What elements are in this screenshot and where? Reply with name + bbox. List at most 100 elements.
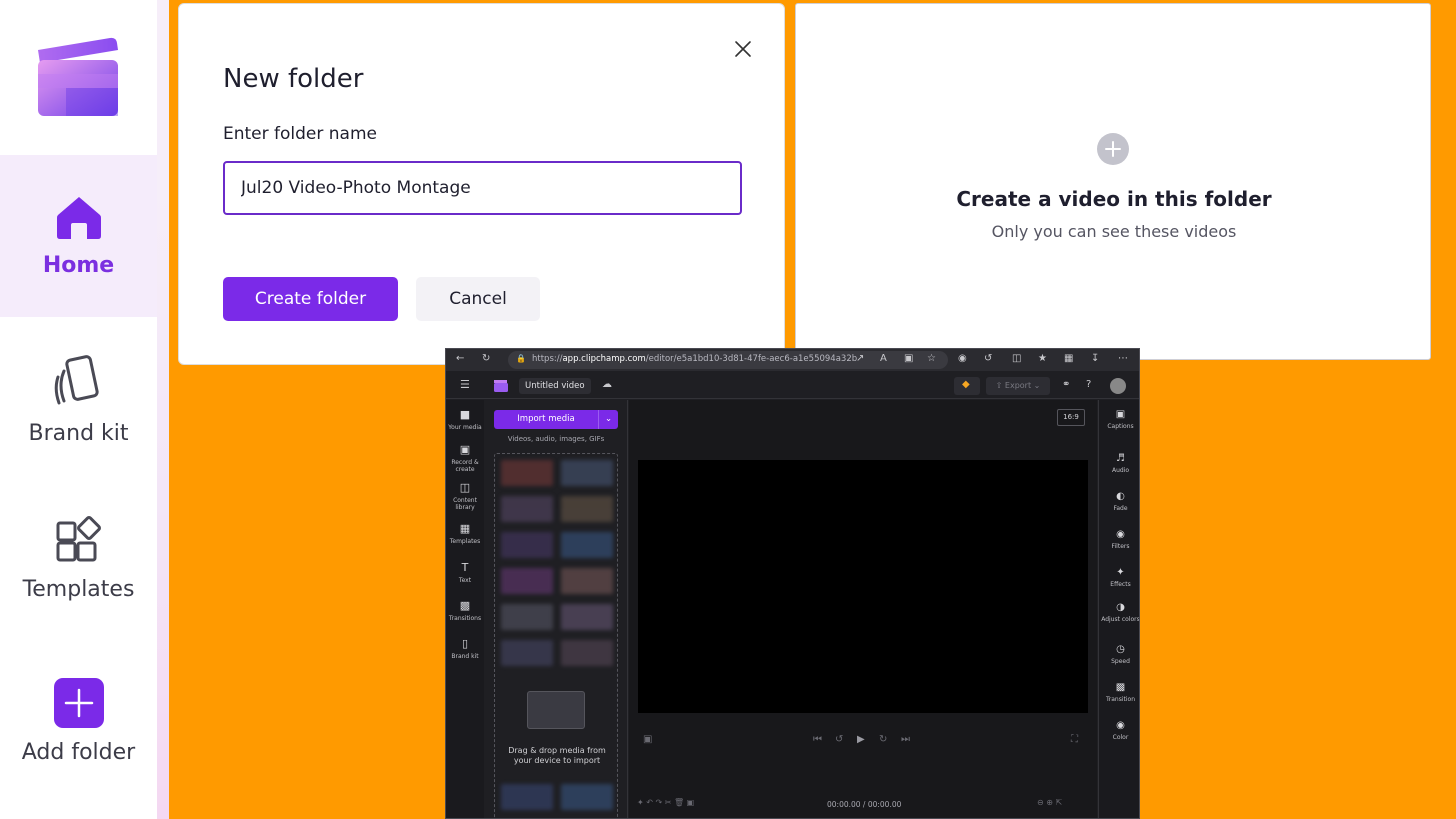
- refresh-icon[interactable]: ↻: [482, 353, 490, 365]
- forward-icon[interactable]: ↻: [879, 734, 887, 745]
- rail-item-your-media[interactable]: ■ Your media: [446, 408, 484, 431]
- media-thumbnail: [561, 460, 613, 486]
- play-icon[interactable]: ▶: [857, 734, 865, 745]
- editor-right-rail: ▣ Captions ♬ Audio ◐ Fade ◉ Filters ✦ Effects…: [1098, 400, 1139, 818]
- rail-item-speed[interactable]: ◷ Speed: [1099, 643, 1139, 665]
- home-icon: [56, 197, 101, 239]
- media-thumbnail: [561, 568, 613, 594]
- rail-item-content-library[interactable]: ◫ Content library: [446, 481, 484, 511]
- back-icon[interactable]: ←: [456, 353, 464, 365]
- sidebar-item-label: Add folder: [21, 740, 136, 765]
- profile-shield-icon[interactable]: ◉: [958, 353, 967, 365]
- aspect-ratio-button[interactable]: 16:9: [1057, 409, 1085, 426]
- more-icon[interactable]: ⋯: [1118, 353, 1128, 365]
- rewind-icon[interactable]: ↺: [835, 734, 843, 745]
- import-media-button[interactable]: Import media ⌄: [494, 410, 618, 429]
- brand-kit-icon: [54, 355, 99, 405]
- sidebar-item-brand-kit[interactable]: Brand kit: [0, 355, 157, 446]
- captions-icon: ▣: [1115, 409, 1126, 420]
- premium-button[interactable]: ◆: [954, 377, 980, 395]
- media-thumbnail: [561, 496, 613, 522]
- open-tab-icon[interactable]: ↗: [856, 353, 864, 365]
- collections-icon[interactable]: ▦: [1064, 353, 1073, 365]
- rail-item-filters[interactable]: ◉ Filters: [1099, 528, 1139, 550]
- cloud-off-icon: ☁: [602, 379, 612, 390]
- playback-time: 00:00.00 / 00:00.00: [827, 800, 902, 809]
- filters-icon: ◉: [1116, 529, 1125, 540]
- sidebar-item-templates[interactable]: Templates: [0, 515, 157, 602]
- close-icon[interactable]: [732, 38, 754, 60]
- export-button[interactable]: ⇧ Export ⌄: [986, 377, 1050, 395]
- read-aloud-icon[interactable]: A: [880, 353, 887, 365]
- clipchamp-logo[interactable]: [494, 380, 508, 392]
- skip-forward-icon[interactable]: ⏭: [901, 734, 910, 745]
- extension-icon[interactable]: ▣: [904, 353, 913, 365]
- folder-empty-panel: Create a video in this folder Only you c…: [795, 3, 1431, 360]
- chevron-down-icon[interactable]: ⌄: [598, 410, 618, 429]
- empty-state-title: Create a video in this folder: [956, 187, 1272, 211]
- media-thumbnail: [561, 784, 613, 810]
- add-folder-button[interactable]: [53, 678, 104, 728]
- menu-icon[interactable]: ☰: [460, 379, 470, 391]
- project-name[interactable]: Untitled video: [519, 378, 591, 394]
- rail-item-adjust-colors[interactable]: ◑ Adjust colors: [1099, 601, 1139, 623]
- sync-icon[interactable]: ↺: [984, 353, 992, 365]
- sidebar-item-label: Brand kit: [28, 421, 129, 446]
- rail-item-text[interactable]: T Text: [446, 561, 484, 584]
- folder-name-input[interactable]: [223, 161, 742, 215]
- download-icon[interactable]: ↧: [1091, 353, 1099, 365]
- app-sidebar: Home Brand kit Templates Add folder: [0, 0, 157, 819]
- avatar[interactable]: [1110, 378, 1126, 394]
- browser-address-bar: ← ↻ 🔒 https://app.clipchamp.com/editor/e…: [446, 349, 1139, 371]
- fullscreen-icon[interactable]: ⛶: [1071, 734, 1078, 745]
- help-icon[interactable]: ?: [1086, 379, 1091, 391]
- text-icon: T: [461, 561, 469, 574]
- media-thumbnail: [561, 604, 613, 630]
- plus-icon: [64, 688, 93, 718]
- rail-item-effects[interactable]: ✦ Effects: [1099, 566, 1139, 588]
- folder-name-label: Enter folder name: [223, 124, 377, 144]
- editor-left-rail: ■ Your media ▣ Record & create ◫ Content li…: [446, 400, 484, 818]
- split-screen-icon[interactable]: ◫: [1012, 353, 1021, 365]
- rail-item-record-create[interactable]: ▣ Record & create: [446, 443, 484, 473]
- transition-icon: ▩: [1115, 682, 1126, 693]
- rail-item-audio[interactable]: ♬ Audio: [1099, 452, 1139, 474]
- create-video-button[interactable]: [1097, 133, 1129, 165]
- rail-item-brand-kit[interactable]: ▯ Brand kit: [446, 637, 484, 660]
- folder-icon: ■: [459, 408, 471, 421]
- rail-item-transition[interactable]: ▩ Transition: [1099, 681, 1139, 703]
- clipchamp-logo[interactable]: [36, 36, 120, 118]
- empty-state-subtitle: Only you can see these videos: [991, 222, 1237, 241]
- cancel-button[interactable]: Cancel: [416, 277, 540, 321]
- sidebar-item-home[interactable]: Home: [0, 155, 157, 317]
- skip-back-icon[interactable]: ⏮: [813, 734, 822, 745]
- brand-kit-icon: ▯: [461, 637, 469, 650]
- sidebar-item-label: Home: [42, 253, 115, 278]
- create-folder-button[interactable]: Create folder: [223, 277, 398, 321]
- zoom-icons[interactable]: ⊖ ⊕ ⇱: [1037, 798, 1062, 807]
- url-text: https://app.clipchamp.com/editor/e5a1bd1…: [532, 354, 858, 364]
- rail-item-fade[interactable]: ◐ Fade: [1099, 490, 1139, 512]
- rail-item-color[interactable]: ◉ Color: [1099, 719, 1139, 741]
- lock-icon: 🔒: [516, 354, 526, 363]
- fade-icon: ◐: [1116, 491, 1125, 502]
- media-thumbnail: [501, 604, 553, 630]
- timeline-tool-icons[interactable]: ✦ ↶ ↷ ✂ 🗑 ▣: [637, 798, 694, 807]
- video-preview[interactable]: [638, 460, 1088, 713]
- media-drop-zone[interactable]: Drag & drop media from your device to imp…: [494, 453, 618, 818]
- speaker-icon: ♬: [1116, 453, 1125, 464]
- share-icon[interactable]: ⚭: [1062, 379, 1070, 391]
- rail-item-captions[interactable]: ▣ Captions: [1099, 408, 1139, 430]
- favorite-star-icon[interactable]: ☆: [927, 353, 936, 365]
- templates-icon: [56, 516, 101, 562]
- templates-icon: ▦: [459, 522, 471, 535]
- rail-item-transitions[interactable]: ▩ Transitions: [446, 599, 484, 622]
- caption-toggle-icon[interactable]: ▣: [643, 734, 652, 745]
- transitions-icon: ▩: [459, 599, 471, 612]
- rail-item-templates[interactable]: ▦ Templates: [446, 522, 484, 545]
- media-thumbnail: [561, 640, 613, 666]
- favorites-icon[interactable]: ★: [1038, 353, 1047, 365]
- drop-media-illustration: [527, 691, 585, 729]
- media-thumbnail: [501, 532, 553, 558]
- sidebar-item-add-folder[interactable]: Add folder: [0, 678, 157, 765]
